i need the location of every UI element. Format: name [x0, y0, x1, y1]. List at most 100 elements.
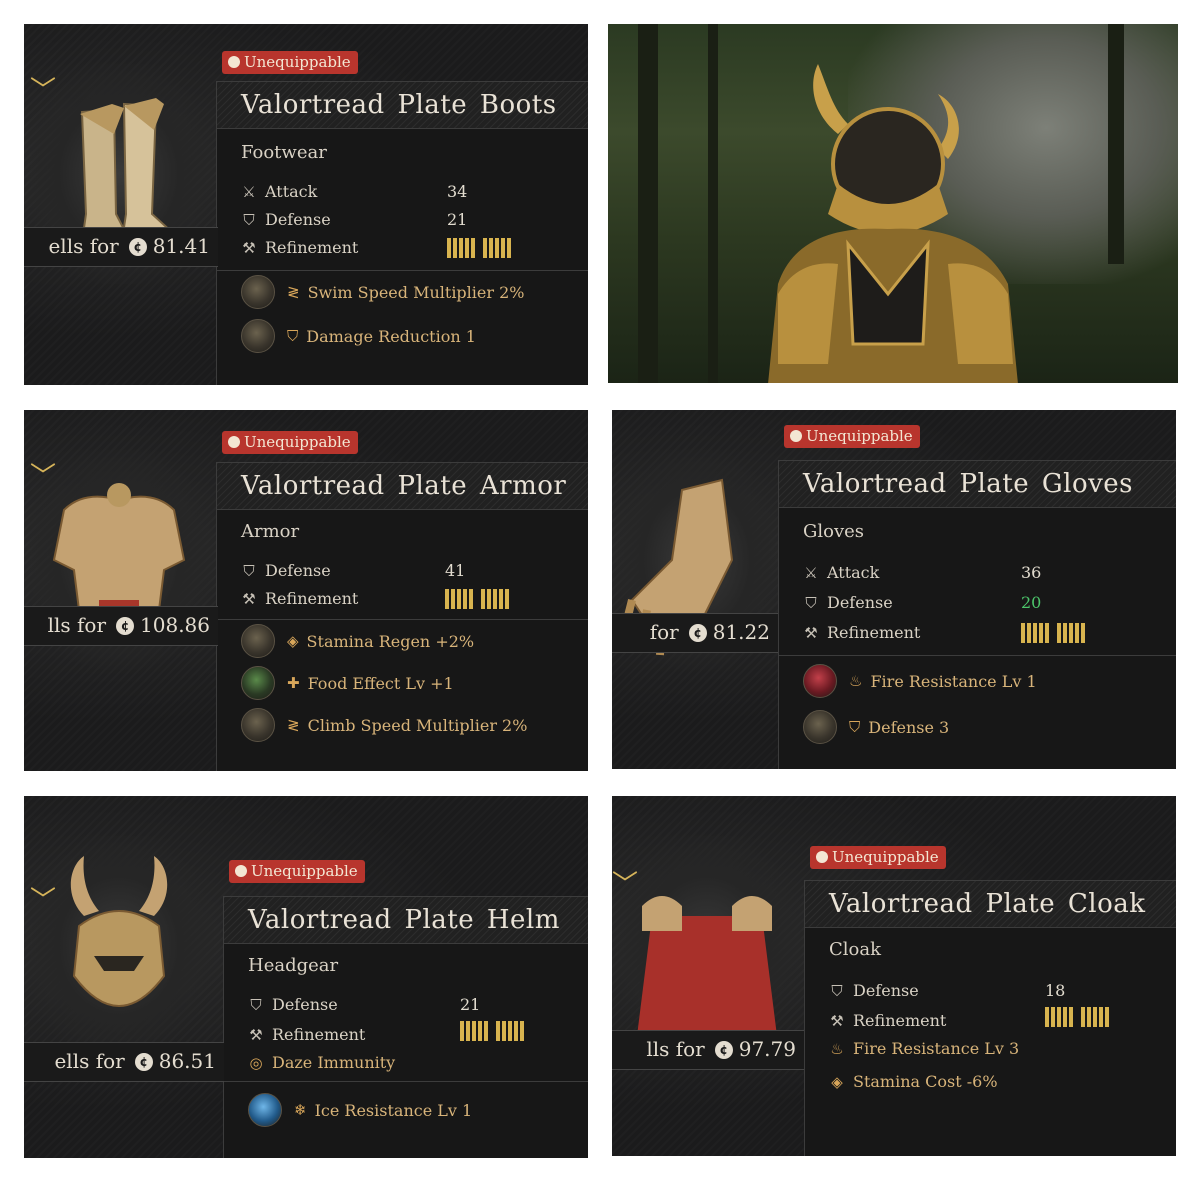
title-bar: Valortread Plate Cloak: [805, 881, 1176, 928]
title-bar: Valortread Plate Boots: [217, 82, 588, 129]
item-card: Valortread Plate Helm Headgear ⛉ Defense …: [223, 896, 588, 1158]
restricted-icon: [816, 851, 828, 863]
unequippable-badge: Unequippable: [222, 51, 358, 74]
item-name: Valortread Plate Helm: [248, 905, 560, 935]
cloak-image: [637, 896, 777, 1036]
chevron-down-icon[interactable]: ﹀: [30, 888, 56, 914]
stat-defense: ⛉ Defense: [803, 593, 892, 612]
item-panel-boots: ﹀ Unequippable Valortread Plate Boots Fo…: [24, 24, 588, 385]
coin-icon: ¢: [116, 617, 135, 635]
stat-defense-value: 41: [445, 561, 466, 580]
item-card: Valortread Plate Boots Footwear ⚔ Attack …: [216, 81, 588, 385]
item-art-cloak: [612, 836, 802, 1056]
stat-daze-immunity: ◎ Daze Immunity: [249, 1053, 396, 1072]
restricted-icon: [790, 430, 802, 442]
refinement-bars: [1045, 1007, 1109, 1027]
stat-defense: ⛉ Defense: [829, 981, 918, 1000]
anvil-icon: ⚒: [804, 624, 818, 642]
perk-damage-reduction: ⛉ Damage Reduction 1: [241, 318, 476, 354]
stat-refinement: ⚒ Refinement: [242, 238, 359, 257]
chevron-down-icon[interactable]: ﹀: [30, 464, 56, 490]
cross-icon: ✚: [287, 674, 300, 692]
item-panel-cloak: ﹀ Unequippable Valortread Plate Cloak Cl…: [612, 796, 1176, 1156]
perk-orb: [241, 319, 275, 353]
stat-defense: ⛉ Defense: [241, 561, 330, 580]
stat-refinement: ⚒ Refinement: [830, 1011, 947, 1030]
shield-icon: ⛉: [805, 594, 817, 612]
perk-fire-resistance: ♨ Fire Resistance Lv 1: [803, 663, 1037, 699]
item-card: Valortread Plate Cloak Cloak ⛉ Defense 18…: [804, 880, 1176, 1156]
perk-orb: [803, 664, 837, 698]
shield-icon: ⛉: [849, 718, 861, 736]
stat-attack: ⚔ Attack: [804, 563, 880, 582]
stat-attack-value: 34: [447, 182, 468, 201]
sell-price: lls for ¢ 108.86: [24, 606, 218, 646]
divider: [217, 619, 588, 620]
price-value: 97.79: [738, 1037, 796, 1061]
perk-climb-speed: ≷ Climb Speed Multiplier 2%: [241, 707, 527, 743]
stat-refinement: ⚒ Refinement: [804, 623, 921, 642]
price-value: 108.86: [140, 613, 210, 637]
item-type: Cloak: [829, 939, 882, 960]
flame-icon: ♨: [830, 1040, 844, 1058]
diamond-icon: ◈: [287, 632, 299, 650]
item-type: Footwear: [241, 142, 327, 163]
perk-swim-speed: ≷ Swim Speed Multiplier 2%: [241, 274, 525, 310]
stat-refinement: ⚒ Refinement: [242, 589, 359, 608]
item-name: Valortread Plate Boots: [241, 90, 557, 120]
stat-defense-value: 21: [447, 210, 468, 229]
speed-icon: ≷: [287, 716, 300, 734]
shield-icon: ⛉: [250, 996, 262, 1014]
item-panel-armor: ﹀ Unequippable Valortread Plate Armor Ar…: [24, 410, 588, 771]
unequippable-badge: Unequippable: [229, 860, 365, 883]
shield-icon: ⛉: [243, 211, 255, 229]
item-art-helm: [24, 836, 214, 1056]
item-type: Headgear: [248, 955, 339, 976]
divider: [217, 270, 588, 271]
badge-label: Unequippable: [251, 862, 358, 880]
shield-icon: ⛉: [287, 327, 299, 345]
title-bar: Valortread Plate Armor: [217, 463, 588, 510]
perk-orb: [241, 666, 275, 700]
restricted-icon: [228, 436, 240, 448]
armored-knight-image: [768, 64, 1018, 383]
perk-food-effect: ✚ Food Effect Lv +1: [241, 665, 454, 701]
title-bar: Valortread Plate Gloves: [779, 461, 1176, 508]
perk-defense: ⛉ Defense 3: [803, 709, 949, 745]
stat-attack-value: 36: [1021, 563, 1042, 582]
sword-icon: ⚔: [242, 183, 256, 201]
unequippable-badge: Unequippable: [222, 431, 358, 454]
item-card: Valortread Plate Armor Armor ⛉ Defense 41…: [216, 462, 588, 771]
snowflake-icon: ❄: [294, 1101, 307, 1119]
unequippable-badge: Unequippable: [810, 846, 946, 869]
item-name: Valortread Plate Cloak: [829, 889, 1146, 919]
perk-ice-resistance: ❄ Ice Resistance Lv 1: [248, 1092, 472, 1128]
divider: [224, 1081, 588, 1082]
stat-fire-resistance: ♨ Fire Resistance Lv 3: [830, 1039, 1020, 1058]
badge-label: Unequippable: [806, 427, 913, 445]
item-type: Armor: [241, 521, 300, 542]
anvil-icon: ⚒: [242, 239, 256, 257]
stat-defense: ⛉ Defense: [241, 210, 330, 229]
title-bar: Valortread Plate Helm: [224, 897, 588, 944]
refinement-bars: [445, 589, 509, 609]
restricted-icon: [228, 56, 240, 68]
sell-price: lls for ¢ 97.79: [612, 1030, 804, 1070]
sell-price: for ¢ 81.22: [612, 613, 778, 653]
coin-icon: ¢: [714, 1041, 733, 1059]
restricted-icon: [235, 865, 247, 877]
perk-orb: [248, 1093, 282, 1127]
stat-attack: ⚔ Attack: [242, 182, 318, 201]
refinement-bars: [460, 1021, 524, 1041]
badge-label: Unequippable: [832, 848, 939, 866]
coin-icon: ¢: [128, 238, 147, 256]
tree-trunk: [708, 24, 718, 383]
speed-icon: ≷: [287, 283, 300, 301]
perk-stamina-regen: ◈ Stamina Regen +2%: [241, 623, 474, 659]
flame-icon: ♨: [849, 672, 863, 690]
chevron-down-icon[interactable]: ﹀: [30, 78, 56, 104]
diamond-icon: ◈: [831, 1073, 843, 1091]
chevron-down-icon[interactable]: ﹀: [612, 872, 638, 898]
item-card: Valortread Plate Gloves Gloves ⚔ Attack 3…: [778, 460, 1176, 769]
tree-trunk: [1108, 24, 1124, 264]
